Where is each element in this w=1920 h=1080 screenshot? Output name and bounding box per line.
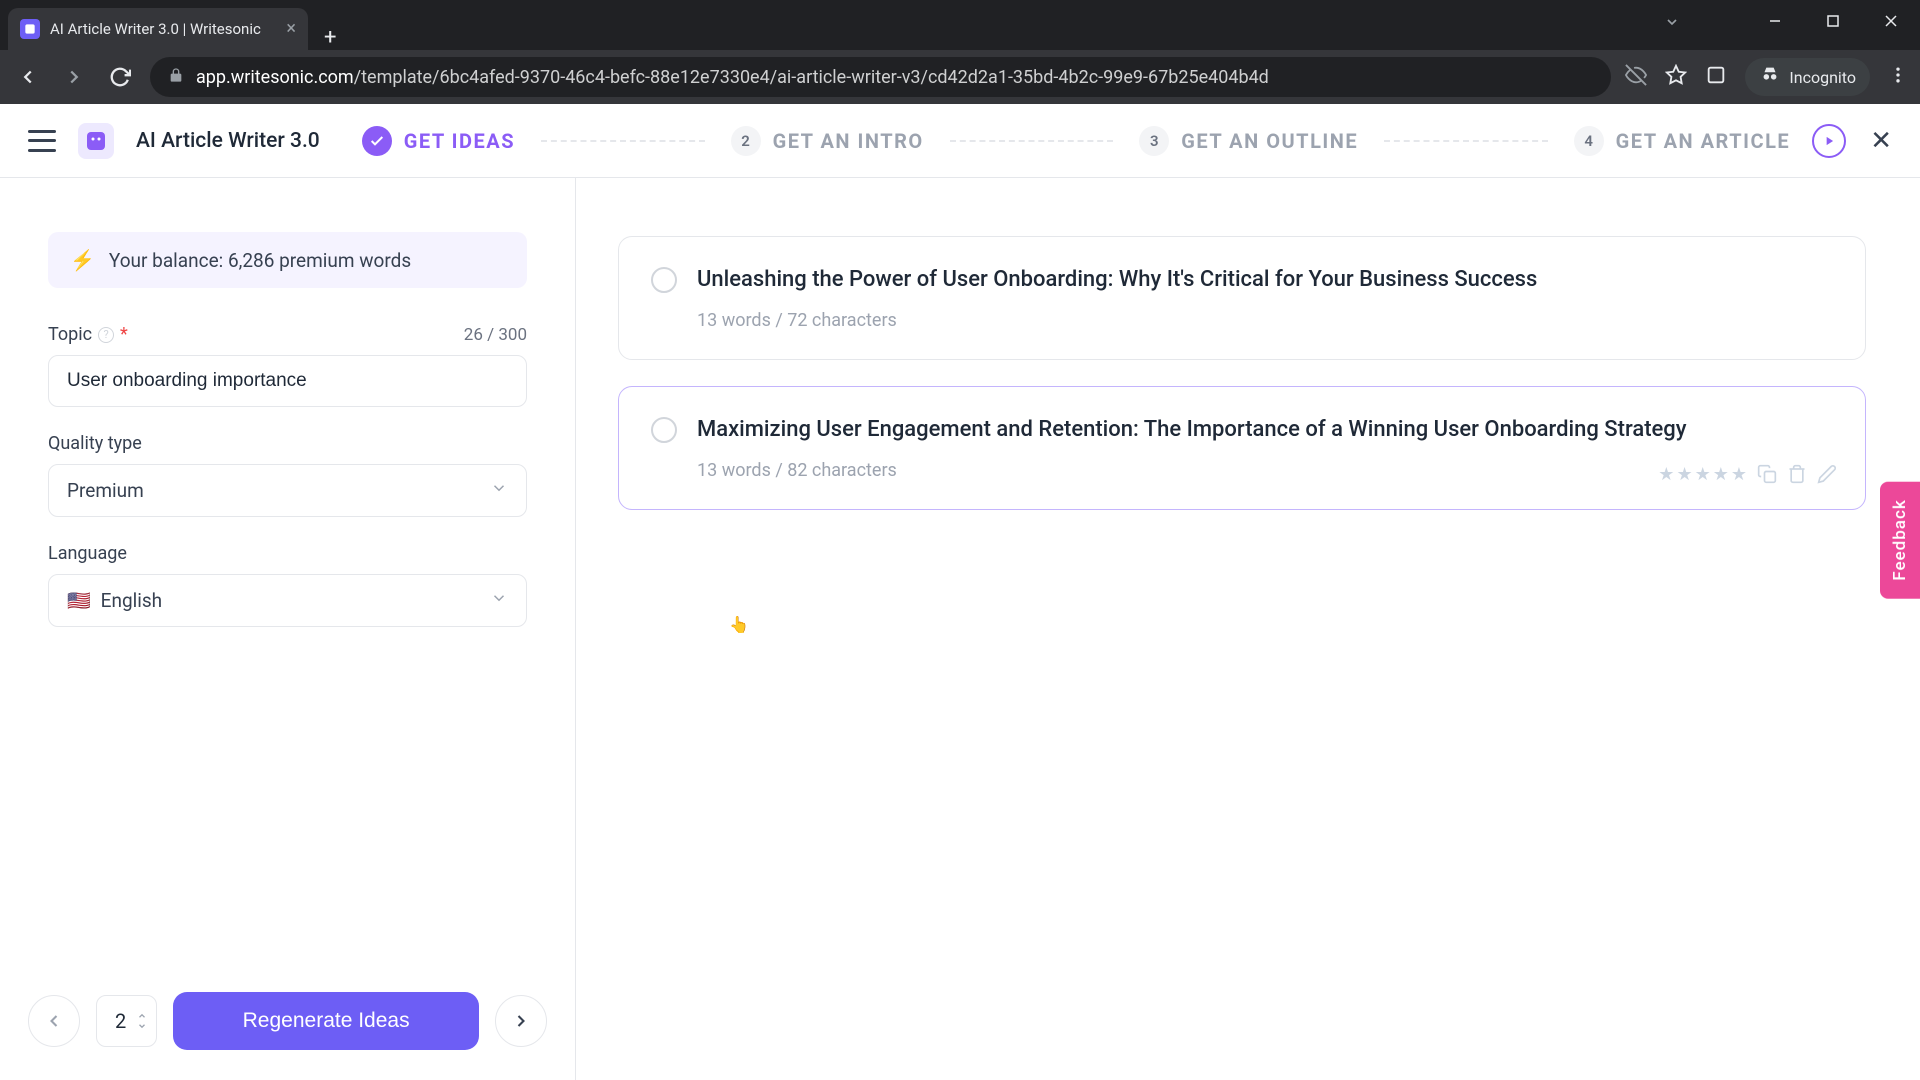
steps-nav: GET IDEAS 2 GET AN INTRO 3 GET AN OUTLIN… — [362, 126, 1790, 156]
star-icon[interactable]: ★ — [1713, 464, 1729, 485]
eye-off-icon[interactable] — [1625, 64, 1647, 90]
extensions-icon[interactable] — [1705, 64, 1727, 90]
count-stepper[interactable]: 2 — [96, 995, 157, 1047]
tab-title: AI Article Writer 3.0 | Writesonic — [50, 20, 276, 38]
browser-tab[interactable]: AI Article Writer 3.0 | Writesonic × — [8, 8, 308, 50]
topic-label: Topic ? * — [48, 324, 128, 345]
idea-card[interactable]: Unleashing the Power of User Onboarding:… — [618, 236, 1866, 360]
incognito-label: Incognito — [1789, 68, 1856, 87]
step-get-ideas[interactable]: GET IDEAS — [362, 126, 515, 156]
sidebar: ⚡ Your balance: 6,286 premium words Topi… — [0, 178, 576, 1080]
star-icon[interactable]: ★ — [1731, 464, 1747, 485]
step-number: 3 — [1139, 126, 1169, 156]
balance-text: Your balance: 6,286 premium words — [109, 249, 411, 272]
incognito-icon — [1759, 64, 1781, 90]
new-tab-button[interactable]: + — [308, 25, 352, 50]
delete-icon[interactable] — [1787, 464, 1807, 484]
bookmark-star-icon[interactable] — [1665, 64, 1687, 90]
tabs-chevron-icon[interactable] — [1664, 14, 1680, 34]
minimize-button[interactable] — [1746, 0, 1804, 42]
tab-close-icon[interactable]: × — [286, 20, 296, 38]
idea-meta: 13 words / 72 characters — [697, 310, 1833, 331]
quality-field-group: Quality type Premium — [48, 433, 527, 517]
info-icon[interactable]: ? — [98, 327, 114, 343]
maximize-button[interactable] — [1804, 0, 1862, 42]
app-title: AI Article Writer 3.0 — [136, 129, 320, 153]
feedback-tab[interactable]: Feedback — [1880, 481, 1920, 598]
content: Unleashing the Power of User Onboarding:… — [576, 178, 1920, 1080]
favicon-icon — [20, 19, 40, 39]
copy-icon[interactable] — [1757, 464, 1777, 484]
edit-icon[interactable] — [1817, 464, 1837, 484]
star-icon[interactable]: ★ — [1676, 464, 1692, 485]
url-field[interactable]: app.writesonic.com/template/6bc4afed-937… — [150, 57, 1611, 97]
language-select[interactable]: 🇺🇸English — [48, 574, 527, 627]
reload-button[interactable] — [104, 61, 136, 93]
close-button[interactable]: ✕ — [1870, 126, 1892, 156]
header-right: ✕ — [1812, 124, 1892, 158]
url-text: app.writesonic.com/template/6bc4afed-937… — [196, 67, 1269, 88]
sidebar-footer: 2 Regenerate Ideas — [28, 992, 547, 1050]
step-get-article[interactable]: 4 GET AN ARTICLE — [1574, 126, 1791, 156]
incognito-badge[interactable]: Incognito — [1745, 58, 1870, 96]
step-connector — [1384, 140, 1548, 142]
step-number: 2 — [731, 126, 761, 156]
count-value: 2 — [115, 1009, 126, 1033]
idea-actions: ★ ★ ★ ★ ★ — [1658, 464, 1837, 485]
back-button[interactable] — [12, 61, 44, 93]
app-logo-icon — [78, 123, 114, 159]
play-tutorial-icon[interactable] — [1812, 124, 1846, 158]
main: ⚡ Your balance: 6,286 premium words Topi… — [0, 178, 1920, 1080]
prev-button[interactable] — [28, 995, 80, 1047]
close-window-button[interactable] — [1862, 0, 1920, 42]
radio-icon[interactable] — [651, 417, 677, 443]
cursor-icon: 👆 — [729, 615, 749, 634]
step-get-outline[interactable]: 3 GET AN OUTLINE — [1139, 126, 1358, 156]
tab-bar: AI Article Writer 3.0 | Writesonic × + — [0, 0, 1920, 50]
language-label: Language — [48, 543, 127, 564]
lock-icon — [168, 67, 184, 87]
next-button[interactable] — [495, 995, 547, 1047]
language-field-group: Language 🇺🇸English — [48, 543, 527, 627]
topic-char-count: 26 / 300 — [464, 325, 527, 345]
step-get-intro[interactable]: 2 GET AN INTRO — [731, 126, 924, 156]
step-number: 4 — [1574, 126, 1604, 156]
topic-field-group: Topic ? * 26 / 300 — [48, 324, 527, 407]
check-icon — [362, 126, 392, 156]
topic-input[interactable] — [48, 355, 527, 407]
forward-button[interactable] — [58, 61, 90, 93]
chevron-down-icon — [490, 479, 508, 502]
bolt-icon: ⚡ — [70, 248, 95, 272]
browser-menu-icon[interactable] — [1888, 65, 1908, 89]
menu-toggle[interactable] — [28, 130, 56, 152]
star-icon[interactable]: ★ — [1695, 464, 1711, 485]
idea-title: Unleashing the Power of User Onboarding:… — [697, 265, 1833, 296]
address-bar-right: Incognito — [1625, 58, 1908, 96]
app-header: AI Article Writer 3.0 GET IDEAS 2 GET AN… — [0, 104, 1920, 178]
regenerate-button[interactable]: Regenerate Ideas — [173, 992, 479, 1050]
address-bar: app.writesonic.com/template/6bc4afed-937… — [0, 50, 1920, 104]
rating-stars[interactable]: ★ ★ ★ ★ ★ — [1658, 464, 1747, 485]
step-connector — [950, 140, 1114, 142]
flag-us-icon: 🇺🇸 — [67, 589, 91, 612]
stepper-arrows-icon[interactable] — [136, 1011, 148, 1031]
required-star-icon: * — [120, 324, 128, 345]
chevron-down-icon — [490, 589, 508, 612]
star-icon[interactable]: ★ — [1658, 464, 1674, 485]
window-controls — [1746, 0, 1920, 42]
browser-chrome: AI Article Writer 3.0 | Writesonic × + a… — [0, 0, 1920, 104]
step-connector — [541, 140, 705, 142]
idea-title: Maximizing User Engagement and Retention… — [697, 415, 1833, 446]
radio-icon[interactable] — [651, 267, 677, 293]
quality-select[interactable]: Premium — [48, 464, 527, 517]
idea-card[interactable]: Maximizing User Engagement and Retention… — [618, 386, 1866, 510]
balance-card: ⚡ Your balance: 6,286 premium words — [48, 232, 527, 288]
quality-label: Quality type — [48, 433, 142, 454]
